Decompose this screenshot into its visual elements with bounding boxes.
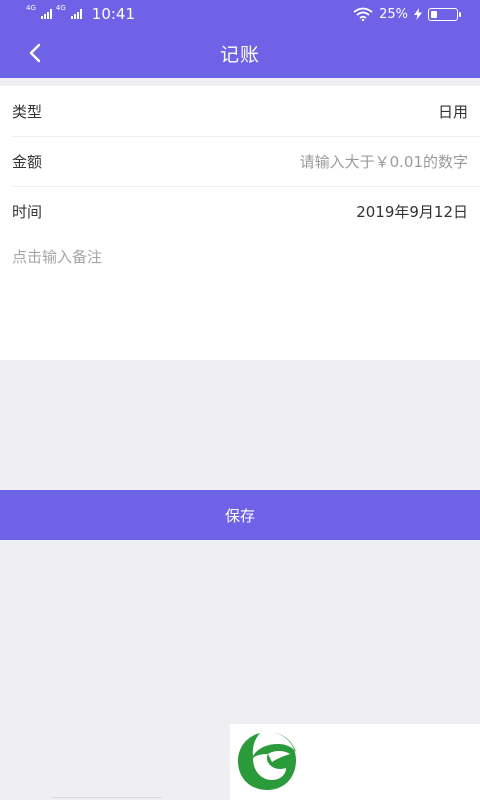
battery-icon: [428, 7, 461, 21]
clock: 10:41: [91, 5, 136, 23]
note-input[interactable]: 点击输入备注: [0, 236, 480, 360]
status-right: 25%: [353, 6, 461, 22]
status-bar: 4G 4G 10:41 25%: [0, 0, 480, 28]
date-label: 时间: [12, 202, 43, 221]
amount-input[interactable]: 请输入大于￥0.01的数字: [300, 151, 468, 172]
type-label: 类型: [12, 102, 43, 121]
nav-bar: 记账: [0, 28, 480, 78]
network-type-2: 4G: [55, 4, 66, 12]
wifi-icon: [353, 7, 373, 21]
date-value: 2019年9月12日: [356, 202, 468, 221]
overlay-badge: [230, 724, 480, 800]
leaf-logo-icon: [238, 732, 296, 790]
page-title: 记账: [219, 43, 260, 66]
network-type-1: 4G: [26, 4, 36, 12]
battery-percent: 25%: [379, 6, 408, 22]
battery-fill: [431, 10, 437, 18]
save-button[interactable]: 保存: [0, 490, 480, 540]
signal-icon: [40, 9, 52, 19]
signal-group: 4G 4G 10:41: [26, 4, 136, 24]
header-bar: 4G 4G 10:41 25% 记账: [0, 0, 480, 78]
date-row[interactable]: 时间 2019年9月12日: [0, 186, 480, 236]
amount-label: 金额: [12, 152, 43, 171]
type-value: 日用: [437, 102, 468, 121]
type-row[interactable]: 类型 日用: [0, 86, 480, 136]
amount-row[interactable]: 金额 请输入大于￥0.01的数字: [0, 136, 480, 186]
divider: [52, 797, 162, 798]
record-form: 类型 日用 金额 请输入大于￥0.01的数字 时间 2019年9月12日 点击输…: [0, 86, 480, 360]
charging-icon: [414, 8, 422, 20]
back-button[interactable]: [18, 36, 52, 70]
signal-icon: [70, 9, 82, 19]
chevron-left-icon: [29, 43, 41, 63]
